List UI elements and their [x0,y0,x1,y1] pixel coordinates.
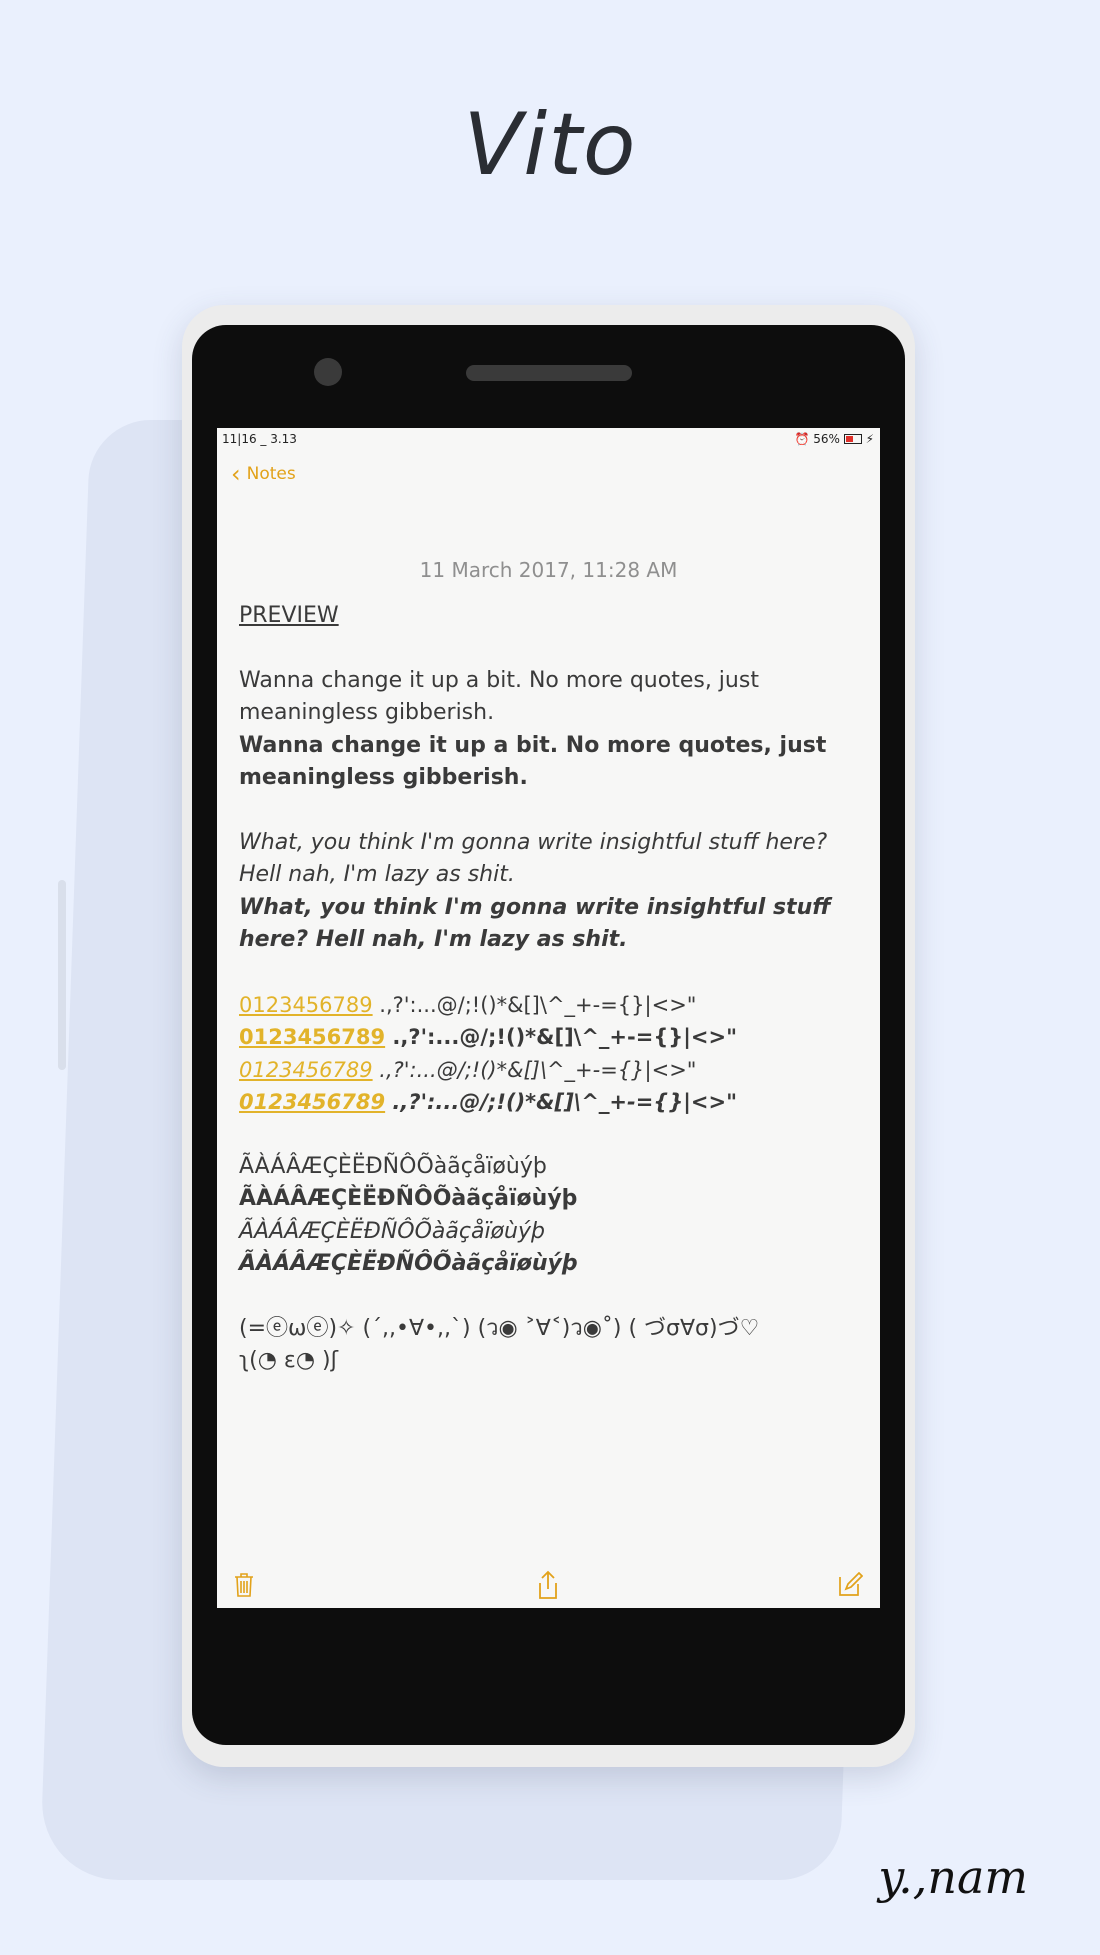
note-heading: PREVIEW [239,603,339,628]
note-timestamp: 11 March 2017, 11:28 AM [419,558,678,582]
charging-icon: ⚡ [865,432,874,446]
emoticons-line-2: ʅ(◔ ε◔ )ʃ [239,1348,338,1373]
side-decoration [58,880,66,1070]
author-signature: y.,nam [878,1850,1028,1904]
back-label: Notes [246,464,296,484]
back-button[interactable]: ‹ Notes [231,460,296,488]
emoticons-line-1: (=ⓔωⓔ)✧ (´,,•∀•,,`) (ว◉ ˃∀˂)ว◉˚) ( づσ∀σ)… [239,1315,760,1341]
phone-screen: 11|16 _ 3.13 ⏰ 56% ⚡ ‹ Notes 11 March 20… [217,428,880,1608]
note-line-bold-italic: What, you think I'm gonna write insightf… [239,894,831,953]
front-camera [314,358,342,386]
share-icon[interactable] [533,1570,563,1600]
digits-row-regular: 0123456789 .,?':...@/;!()*&[]\^_+-={}|<>… [239,992,697,1017]
compose-icon[interactable] [835,1570,865,1600]
status-bar: 11|16 _ 3.13 ⏰ 56% ⚡ [217,428,880,450]
status-right: ⏰ 56% ⚡ [794,432,874,446]
digits-row-bold-italic: 0123456789 .,?':...@/;!()*&[]\^_+-={}|<>… [239,1090,738,1114]
note-line-italic: What, you think I'm gonna write insightf… [239,829,828,888]
status-time: 11|16 _ 3.13 [222,432,297,446]
digits-link[interactable]: 0123456789 [239,993,373,1017]
accents-italic: ÃÀÁÂÆÇÈËÐÑÔÕàãçåïøùýþ [239,1218,545,1244]
digits-link[interactable]: 0123456789 [239,1090,385,1114]
note-line-bold: Wanna change it up a bit. No more quotes… [239,732,827,791]
accents-bold-italic: ÃÀÁÂÆÇÈËÐÑÔÕàãçåïøùýþ [239,1251,578,1276]
digits-row-italic: 0123456789 .,?':...@/;!()*&[]\^_+-={}|<>… [239,1057,697,1082]
battery-icon [843,434,862,444]
earpiece-speaker [466,365,632,381]
accents-regular: ÃÀÁÂÆÇÈËÐÑÔÕàãçåïøùýþ [239,1153,547,1179]
app-title: Vito [463,95,637,195]
note-line-regular: Wanna change it up a bit. No more quotes… [239,667,759,726]
trash-icon[interactable] [229,1570,259,1600]
note-body[interactable]: PREVIEW Wanna change it up a bit. No mor… [239,600,869,1378]
digits-link[interactable]: 0123456789 [239,1058,373,1082]
battery-percent: 56% [813,432,840,446]
accents-bold: ÃÀÁÂÆÇÈËÐÑÔÕàãçåïøùýþ [239,1186,578,1211]
chevron-left-icon: ‹ [231,460,241,488]
alarm-icon: ⏰ [794,432,810,446]
digits-row-bold: 0123456789 .,?':...@/;!()*&[]\^_+-={}|<>… [239,1025,738,1049]
digits-link[interactable]: 0123456789 [239,1025,385,1049]
